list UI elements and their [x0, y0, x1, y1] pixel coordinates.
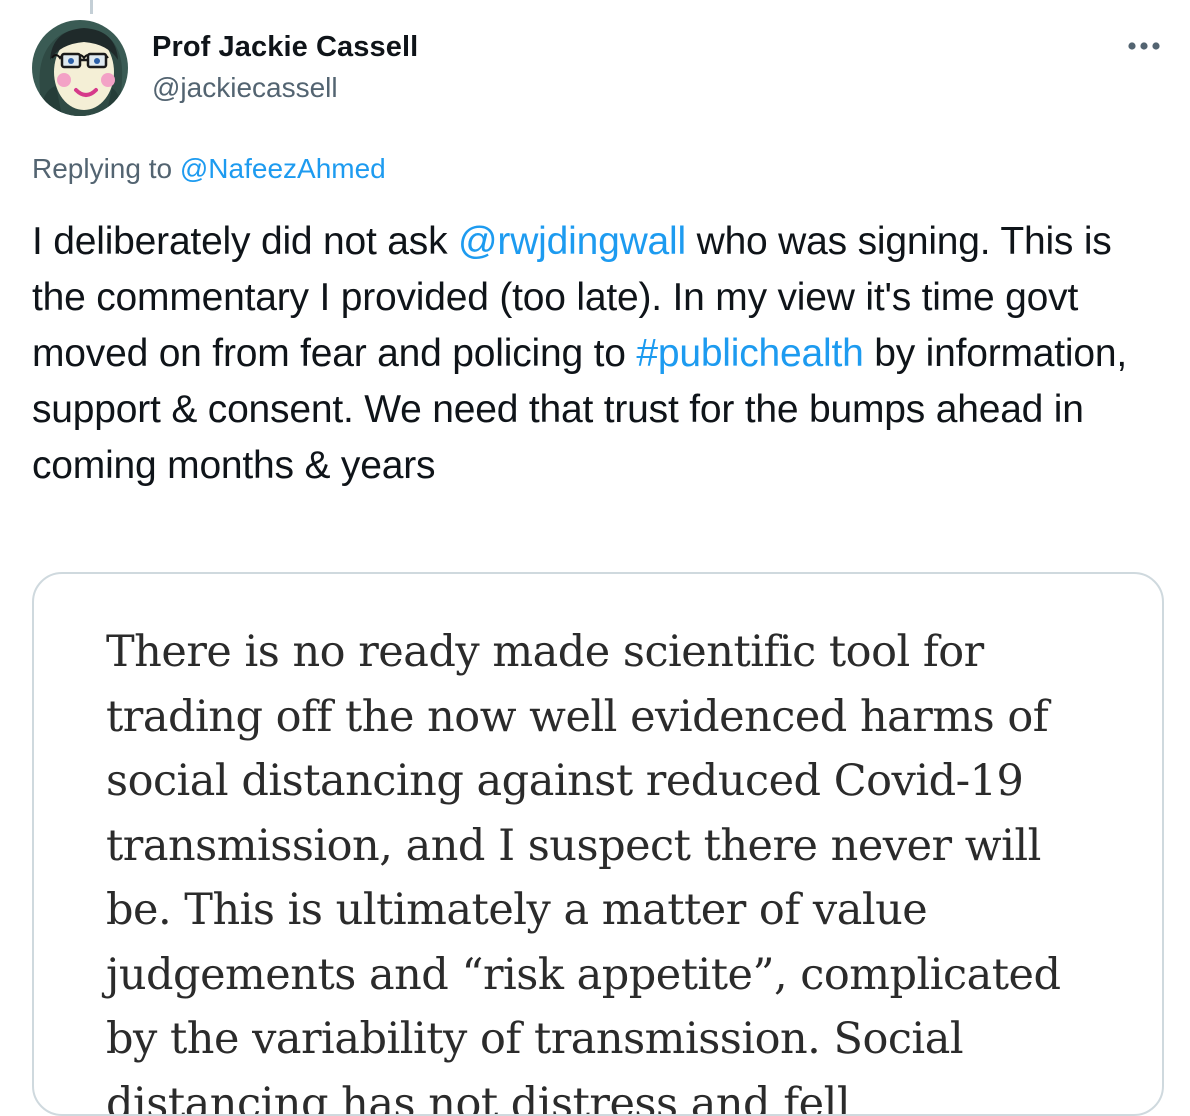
- more-options-button[interactable]: [1124, 28, 1164, 64]
- tweet-text: I deliberately did not ask @rwjdingwall …: [32, 214, 1162, 494]
- more-horizontal-icon: [1128, 42, 1160, 50]
- tweet-text-part: I deliberately did not ask: [32, 220, 459, 263]
- reply-context: Replying to @NafeezAhmed: [32, 153, 386, 185]
- reply-context-label: Replying to: [32, 153, 180, 184]
- author-handle[interactable]: @jackiecassell: [152, 72, 338, 104]
- avatar[interactable]: [32, 20, 128, 116]
- media-image-text: There is no ready made scientific tool f…: [106, 627, 1061, 1116]
- reply-mention-link[interactable]: @NafeezAhmed: [180, 153, 386, 184]
- mention-link[interactable]: @rwjdingwall: [458, 220, 686, 263]
- thread-connector-line: [90, 0, 93, 14]
- author-display-name[interactable]: Prof Jackie Cassell: [152, 31, 418, 64]
- cartoon-avatar-icon: [32, 20, 128, 116]
- tweet-media-image[interactable]: There is no ready made scientific tool f…: [32, 572, 1164, 1116]
- hashtag-link[interactable]: #publichealth: [636, 332, 863, 375]
